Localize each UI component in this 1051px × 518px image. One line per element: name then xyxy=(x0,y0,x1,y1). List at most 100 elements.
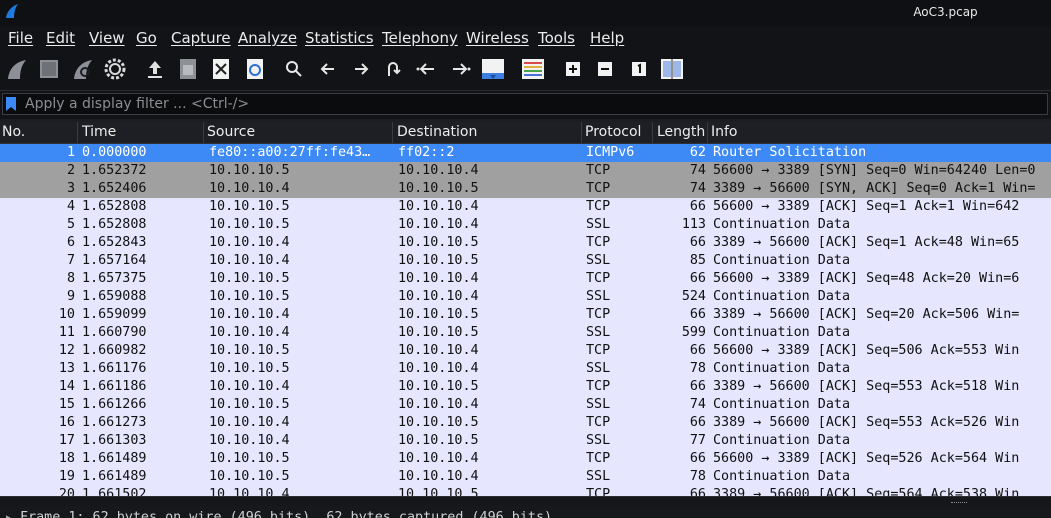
go-to-packet-button[interactable] xyxy=(380,56,406,82)
column-divider[interactable] xyxy=(652,122,653,143)
packet-row[interactable]: 1 0.000000 fe80::a00:27ff:fe43… ff02::2 ICMP… xyxy=(0,144,1051,162)
zoom-in-button[interactable] xyxy=(560,56,586,82)
packet-row[interactable]: 8 1.657375 10.10.10.5 10.10.10.4 TCP 66 56600 … xyxy=(0,270,1051,288)
packet-row[interactable]: 19 1.661489 10.10.10.5 10.10.10.4 SSL 78 Conti… xyxy=(0,468,1051,486)
column-header-info[interactable]: Info xyxy=(711,124,738,140)
packet-length: 66 xyxy=(689,451,706,466)
packet-protocol: TCP xyxy=(586,415,611,430)
packet-time: 1.659099 xyxy=(82,307,147,322)
column-divider[interactable] xyxy=(707,122,708,143)
column-header-no[interactable]: No. xyxy=(2,124,25,140)
packet-source: 10.10.10.4 xyxy=(209,487,290,496)
column-header-source[interactable]: Source xyxy=(207,124,255,140)
menu-help[interactable]: Help xyxy=(590,29,624,47)
save-file-button[interactable] xyxy=(175,56,201,82)
start-capture-button[interactable] xyxy=(4,56,30,82)
packet-time: 1.661273 xyxy=(82,415,147,430)
packet-row[interactable]: 7 1.657164 10.10.10.4 10.10.10.5 SSL 85 Contin… xyxy=(0,252,1051,270)
column-divider[interactable] xyxy=(392,122,393,143)
packet-destination: 10.10.10.4 xyxy=(398,469,479,484)
resize-columns-button[interactable] xyxy=(659,56,685,82)
stop-capture-button[interactable] xyxy=(36,56,62,82)
menu-view[interactable]: View xyxy=(89,29,125,47)
find-packet-button[interactable] xyxy=(281,56,307,82)
packet-number: 7 xyxy=(66,253,75,268)
first-packet-button[interactable] xyxy=(414,56,440,82)
packet-row[interactable]: 14 1.661186 10.10.10.4 10.10.10.5 TCP 66 3389 … xyxy=(0,378,1051,396)
packet-length: 66 xyxy=(689,487,706,496)
restart-capture-button[interactable] xyxy=(70,56,96,82)
column-divider[interactable] xyxy=(203,122,204,143)
packet-length: 524 xyxy=(681,289,706,304)
packet-row[interactable]: 18 1.661489 10.10.10.5 10.10.10.4 TCP 66 56600… xyxy=(0,450,1051,468)
first-packet-icon xyxy=(416,63,434,75)
packet-row[interactable]: 20 1.661502 10.10.10.4 10.10.10.5 TCP 66 3389 … xyxy=(0,486,1051,496)
packet-row[interactable]: 3 1.652406 10.10.10.4 10.10.10.5 TCP 74 3389 →… xyxy=(0,180,1051,198)
normal-size-button[interactable] xyxy=(626,56,652,82)
packet-row[interactable]: 10 1.659099 10.10.10.4 10.10.10.5 TCP 66 3389 … xyxy=(0,306,1051,324)
column-divider[interactable] xyxy=(581,122,582,143)
expand-arrow-icon[interactable]: ▸ xyxy=(6,513,11,518)
packet-row[interactable]: 12 1.660982 10.10.10.5 10.10.10.4 TCP 66 56600… xyxy=(0,342,1051,360)
column-header-protocol[interactable]: Protocol xyxy=(585,124,641,140)
packet-time: 1.661303 xyxy=(82,433,147,448)
bookmark-icon[interactable] xyxy=(6,97,16,111)
packet-destination: 10.10.10.4 xyxy=(398,271,479,286)
last-packet-button[interactable] xyxy=(447,56,473,82)
packet-info: 56600 → 3389 [ACK] Seq=506 Ack=553 Win xyxy=(713,343,1020,358)
packet-info: Continuation Data xyxy=(713,325,851,340)
auto-scroll-button[interactable] xyxy=(480,56,506,82)
packet-list[interactable]: 1 0.000000 fe80::a00:27ff:fe43… ff02::2 ICMP… xyxy=(0,144,1051,496)
restart-fin-icon xyxy=(74,60,92,79)
jump-arrow-icon xyxy=(388,62,401,76)
packet-info: 3389 → 56600 [ACK] Seq=564 Ack=538 Win xyxy=(713,487,1020,496)
colorize-button[interactable] xyxy=(520,56,546,82)
packet-row[interactable]: 5 1.652808 10.10.10.5 10.10.10.4 SSL 113 Conti… xyxy=(0,216,1051,234)
zoom-out-button[interactable] xyxy=(592,56,618,82)
close-file-button[interactable] xyxy=(208,56,234,82)
column-divider[interactable] xyxy=(77,122,78,143)
go-back-button[interactable] xyxy=(315,56,341,82)
column-header-length[interactable]: Length xyxy=(657,124,705,140)
column-header-time[interactable]: Time xyxy=(82,124,116,140)
packet-time: 1.661489 xyxy=(82,469,147,484)
detail-frame-line[interactable]: Frame 1: 62 bytes on wire (496 bits), 62… xyxy=(20,510,552,518)
packet-row[interactable]: 6 1.652843 10.10.10.4 10.10.10.5 TCP 66 3389 →… xyxy=(0,234,1051,252)
menu-wireless[interactable]: Wireless xyxy=(466,29,529,47)
menu-statistics[interactable]: Statistics xyxy=(305,29,374,47)
packet-destination: 10.10.10.5 xyxy=(398,415,479,430)
reload-file-button[interactable] xyxy=(242,56,268,82)
menu-edit[interactable]: Edit xyxy=(46,29,75,47)
packet-destination: 10.10.10.5 xyxy=(398,433,479,448)
packet-number: 14 xyxy=(58,379,75,394)
packet-row[interactable]: 16 1.661273 10.10.10.4 10.10.10.5 TCP 66 3389 … xyxy=(0,414,1051,432)
packet-length: 66 xyxy=(689,307,706,322)
packet-number: 19 xyxy=(58,469,75,484)
splitter-grip[interactable] xyxy=(951,502,967,505)
packet-destination: 10.10.10.5 xyxy=(398,487,479,496)
packet-info: Continuation Data xyxy=(713,217,851,232)
capture-options-button[interactable] xyxy=(102,56,128,82)
open-file-button[interactable] xyxy=(142,56,168,82)
packet-row[interactable]: 13 1.661176 10.10.10.5 10.10.10.4 SSL 78 Conti… xyxy=(0,360,1051,378)
packet-info: 3389 → 56600 [ACK] Seq=553 Ack=518 Win xyxy=(713,379,1020,394)
display-filter-input[interactable]: Apply a display filter ... <Ctrl-/> xyxy=(2,93,1048,115)
go-forward-button[interactable] xyxy=(348,56,374,82)
column-header-destination[interactable]: Destination xyxy=(397,124,477,140)
packet-row[interactable]: 9 1.659088 10.10.10.5 10.10.10.4 SSL 524 Conti… xyxy=(0,288,1051,306)
menu-analyze[interactable]: Analyze xyxy=(238,29,297,47)
packet-time: 1.659088 xyxy=(82,289,147,304)
packet-source: 10.10.10.5 xyxy=(209,271,290,286)
menu-file[interactable]: File xyxy=(8,29,33,47)
packet-row[interactable]: 11 1.660790 10.10.10.4 10.10.10.5 SSL 599 Cont… xyxy=(0,324,1051,342)
packet-source: 10.10.10.5 xyxy=(209,469,290,484)
menu-go[interactable]: Go xyxy=(136,29,157,47)
menu-telephony[interactable]: Telephony xyxy=(382,29,458,47)
packet-row[interactable]: 4 1.652808 10.10.10.5 10.10.10.4 TCP 66 56600 … xyxy=(0,198,1051,216)
gear-icon xyxy=(104,58,126,80)
packet-row[interactable]: 2 1.652372 10.10.10.5 10.10.10.4 TCP 74 56600 … xyxy=(0,162,1051,180)
menu-tools[interactable]: Tools xyxy=(538,29,575,47)
menu-capture[interactable]: Capture xyxy=(171,29,231,47)
packet-row[interactable]: 17 1.661303 10.10.10.4 10.10.10.5 SSL 77 Conti… xyxy=(0,432,1051,450)
packet-row[interactable]: 15 1.661266 10.10.10.5 10.10.10.4 SSL 74 Conti… xyxy=(0,396,1051,414)
